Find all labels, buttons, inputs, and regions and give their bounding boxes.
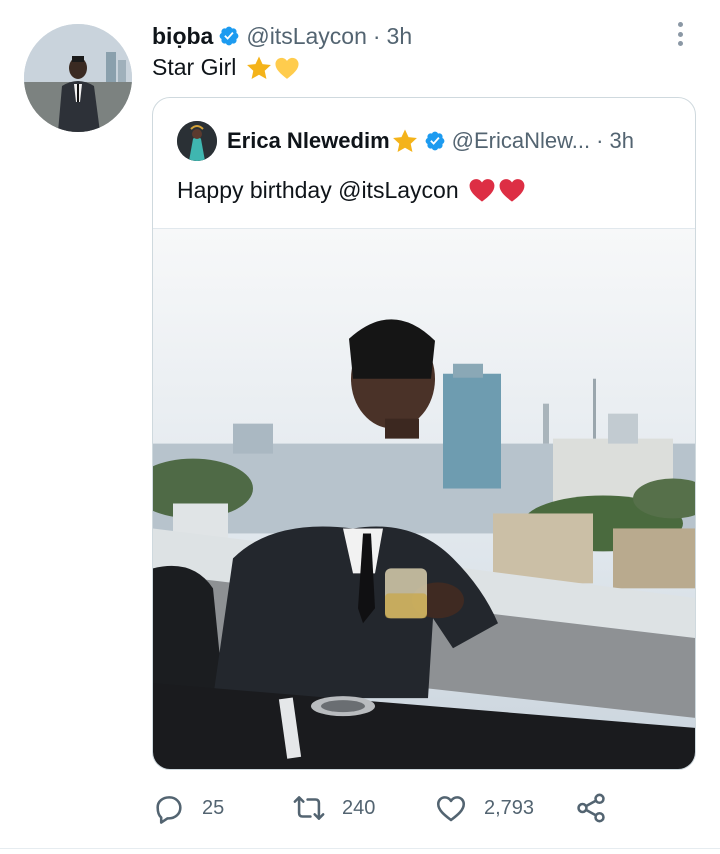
share-button[interactable] (574, 791, 608, 825)
star-emoji-icon (246, 55, 272, 81)
author-handle[interactable]: @itsLaycon (246, 23, 367, 50)
quoted-tweet-text: Happy birthday @itsLaycon (177, 176, 527, 204)
retweet-icon (293, 796, 325, 820)
quoted-tweet-card[interactable]: Erica Nlewedim @EricaNlew... · 3h Happy … (152, 97, 696, 770)
red-heart-emoji-icon (497, 176, 527, 204)
retweet-button[interactable]: 240 (292, 791, 434, 825)
heart-icon (436, 796, 466, 822)
like-count: 2,793 (484, 796, 535, 819)
tweet-text-content: Star Girl (152, 54, 237, 80)
reply-icon (156, 796, 182, 824)
quoted-tweet-time: 3h (609, 128, 634, 153)
verified-badge-icon (424, 130, 446, 152)
quoted-tweet-photo[interactable] (153, 228, 695, 769)
separator-dot: · (596, 128, 604, 153)
quoted-author-handle: @EricaNlew... (451, 128, 591, 153)
share-icon (577, 793, 605, 823)
tweet-time[interactable]: 3h (387, 23, 413, 50)
quoted-author-avatar (177, 121, 217, 161)
tweet-actions-bar: 25 240 2,793 (152, 788, 622, 828)
yellow-heart-emoji-icon (274, 55, 300, 81)
quoted-author-name: Erica Nlewedim (227, 128, 390, 153)
separator-dot: · (372, 22, 381, 49)
tweet-text: Star Girl (152, 54, 300, 81)
tweet-header: biọba @itsLaycon · 3h (152, 20, 412, 52)
author-name[interactable]: biọba (152, 23, 213, 50)
reply-count: 25 (202, 796, 225, 819)
more-vertical-icon[interactable] (672, 20, 688, 48)
quoted-tweet-text-content: Happy birthday @itsLaycon (177, 176, 459, 203)
red-heart-emoji-icon (467, 176, 497, 204)
quoted-tweet-header: Erica Nlewedim @EricaNlew... · 3h (177, 121, 634, 161)
star-emoji-icon (392, 128, 418, 154)
like-button[interactable]: 2,793 (434, 791, 574, 825)
verified-badge-icon (218, 25, 240, 47)
author-avatar[interactable] (24, 24, 132, 132)
bottom-divider (0, 848, 720, 849)
reply-button[interactable]: 25 (152, 791, 292, 825)
retweet-count: 240 (342, 796, 376, 819)
